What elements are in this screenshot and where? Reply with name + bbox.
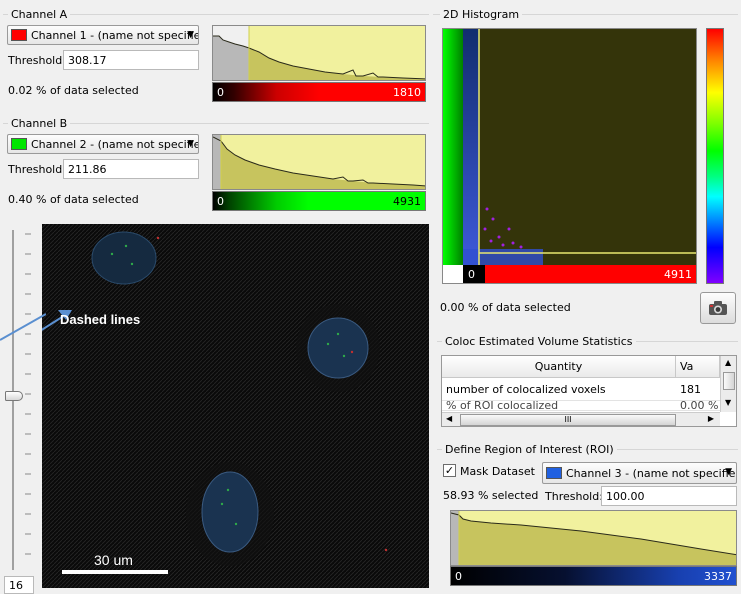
channel-b-bar-max: 4931 (393, 194, 421, 208)
channel-b-intensity-bar: 0 4931 (212, 191, 426, 211)
roi-intensity-bar: 0 3337 (450, 566, 737, 586)
dashed-lines-annotation: Dashed lines (60, 312, 141, 327)
scroll-right-arrow[interactable]: ▶ (708, 414, 714, 423)
histogram-2d-bar-max: 4911 (664, 268, 692, 281)
scroll-up-arrow[interactable]: ▲ (725, 358, 731, 367)
mask-dataset-checkbox[interactable]: ✓ (443, 464, 456, 477)
histogram-2d-plot[interactable]: 0 4911 (442, 28, 697, 284)
channel-a-bar-max: 1810 (393, 85, 421, 99)
channel-a-threshold-input[interactable]: 308.17 (63, 50, 199, 70)
roi-channel-color-swatch (546, 467, 562, 479)
slice-slider-handle[interactable] (5, 391, 23, 401)
vertical-scrollbar[interactable]: ▲ ▼ (720, 356, 736, 412)
channel-a-selected-text: 0.02 % of data selected (8, 84, 139, 97)
image-viewer[interactable]: Dashed lines 30 um (42, 224, 429, 588)
channel-b-selected-text: 0.40 % of data selected (8, 193, 139, 206)
roi-selected-text: 58.93 % selected (443, 489, 539, 502)
slice-number-field[interactable]: 16 (4, 576, 34, 594)
horizontal-scrollbar[interactable]: ◀ III ▶ (442, 412, 720, 426)
mask-dataset-label: Mask Dataset (460, 465, 535, 478)
roi-title: Define Region of Interest (ROI) (442, 443, 617, 456)
channel-a-threshold-label: Threshold: (8, 54, 66, 67)
scroll-left-arrow[interactable]: ◀ (446, 414, 452, 423)
table-row-value: 181 (676, 379, 720, 401)
table-row-quantity: % of ROI colocalized (442, 401, 676, 411)
channel-a-select-label: Channel 1 - (name not specifie (31, 28, 199, 42)
channel-b-color-swatch (11, 138, 27, 150)
chevron-down-icon: ▼ (725, 467, 732, 477)
channel-b-threshold-label: Threshold: (8, 163, 66, 176)
channel-b-bar-min: 0 (217, 194, 224, 208)
channel-a-select[interactable]: Channel 1 - (name not specifie ▼ (7, 25, 199, 45)
h-scroll-grip: III (564, 415, 572, 424)
scroll-thumb[interactable] (723, 372, 735, 390)
roi-channel-select-label: Channel 3 - (name not specifie (566, 466, 736, 480)
roi-histogram[interactable] (450, 510, 737, 566)
roi-bar-max: 3337 (704, 569, 732, 583)
roi-threshold-label: Threshold: (545, 490, 603, 503)
histogram-2d-title: 2D Histogram (440, 8, 523, 21)
channel-a-bar-min: 0 (217, 85, 224, 99)
roi-threshold-input[interactable]: 100.00 (601, 486, 737, 506)
channel-b-histogram[interactable] (212, 134, 426, 190)
channel-b-select[interactable]: Channel 2 - (name not specifie ▼ (7, 134, 199, 154)
channel-a-histogram[interactable] (212, 25, 426, 81)
coloc-stats-table: Quantity Va number of colocalized voxels… (441, 355, 737, 427)
annotation-arrow (0, 313, 46, 341)
channel-b-select-label: Channel 2 - (name not specifie (31, 137, 199, 151)
roi-bar-min: 0 (455, 569, 462, 583)
roi-channel-select[interactable]: Channel 3 - (name not specifie ▼ (542, 462, 737, 484)
channel-b-title: Channel B (8, 117, 71, 130)
scroll-down-arrow[interactable]: ▼ (725, 398, 731, 407)
snapshot-button[interactable] (700, 292, 736, 324)
chevron-down-icon: ▼ (187, 139, 194, 149)
histogram-2d-bar-min: 0 (468, 268, 475, 281)
channel-a-intensity-bar: 0 1810 (212, 82, 426, 102)
column-header-value[interactable]: Va (676, 356, 720, 378)
column-header-quantity[interactable]: Quantity (442, 356, 676, 378)
histogram-2d-colormap (706, 28, 724, 284)
histogram-2d-selected-text: 0.00 % of data selected (440, 301, 571, 314)
channel-a-color-swatch (11, 29, 27, 41)
h-scroll-thumb[interactable]: III (460, 414, 676, 426)
channel-a-title: Channel A (8, 8, 71, 21)
scale-bar-label: 30 um (94, 552, 133, 568)
table-row-value: 0.00 % (676, 401, 720, 411)
coloc-stats-title: Coloc Estimated Volume Statistics (442, 335, 636, 348)
table-row-quantity: number of colocalized voxels (442, 379, 676, 401)
channel-b-threshold-input[interactable]: 211.86 (63, 159, 199, 179)
chevron-down-icon: ▼ (187, 30, 194, 40)
camera-icon (709, 301, 727, 315)
